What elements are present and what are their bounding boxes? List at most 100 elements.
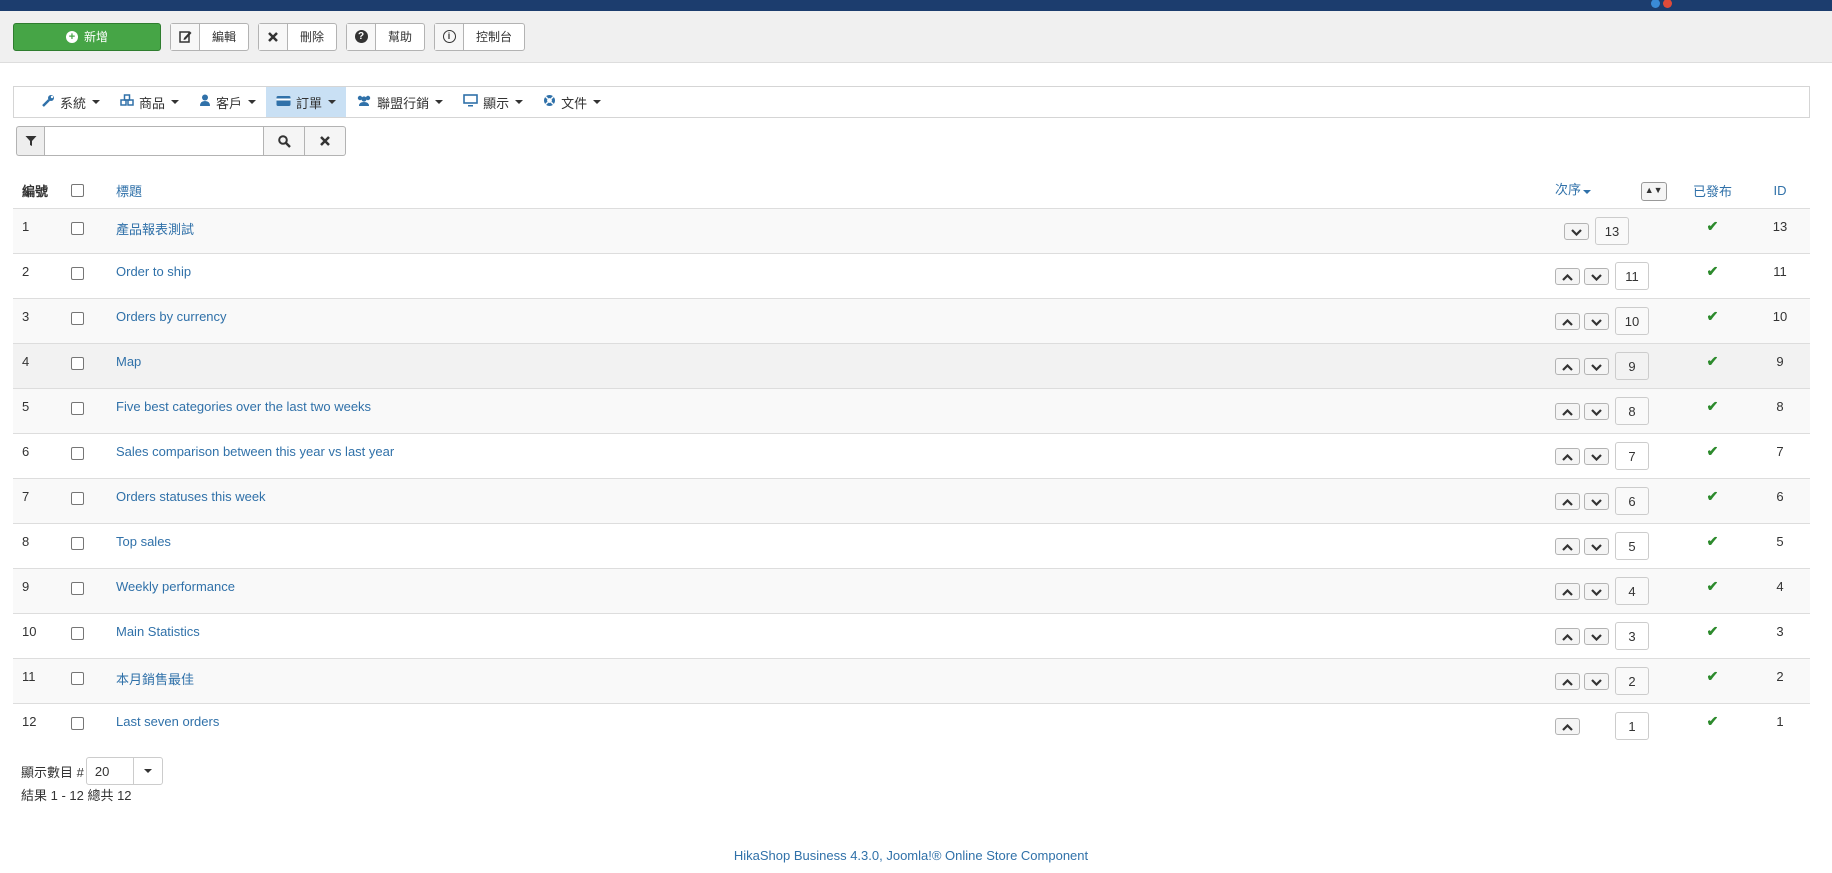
search-input[interactable]	[44, 126, 264, 156]
footer-credit[interactable]: HikaShop Business 4.3.0, Joomla!® Online…	[0, 848, 1822, 863]
published-check-icon[interactable]: ✔	[1675, 254, 1750, 280]
check-all-checkbox[interactable]	[71, 184, 84, 197]
menu-products[interactable]: 商品	[110, 87, 189, 117]
ordering-input[interactable]: 1	[1615, 712, 1649, 740]
move-up-button[interactable]	[1555, 447, 1580, 465]
chevron-down-icon	[1591, 584, 1602, 599]
delete-button[interactable]: 刪除	[258, 22, 338, 51]
move-up-button[interactable]	[1555, 672, 1580, 690]
ordering-input[interactable]: 11	[1615, 262, 1649, 290]
header-published[interactable]: 已發布	[1675, 172, 1750, 209]
row-title-link[interactable]: Orders statuses this week	[116, 489, 266, 504]
ordering-input[interactable]: 7	[1615, 442, 1649, 470]
row-checkbox[interactable]	[71, 537, 84, 550]
row-title-link[interactable]: Five best categories over the last two w…	[116, 399, 371, 414]
ordering-input[interactable]: 6	[1615, 487, 1649, 515]
move-up-button[interactable]	[1555, 492, 1580, 510]
published-check-icon[interactable]: ✔	[1675, 209, 1750, 235]
row-title-link[interactable]: Weekly performance	[116, 579, 235, 594]
move-up-button[interactable]	[1555, 582, 1580, 600]
ordering-input[interactable]: 8	[1615, 397, 1649, 425]
sort-published-link[interactable]: 已發布	[1693, 184, 1732, 199]
published-check-icon[interactable]: ✔	[1675, 389, 1750, 415]
ordering-input[interactable]: 13	[1595, 217, 1629, 245]
row-checkbox[interactable]	[71, 672, 84, 685]
move-up-button[interactable]	[1555, 537, 1580, 555]
published-check-icon[interactable]: ✔	[1675, 524, 1750, 550]
move-down-button[interactable]	[1584, 267, 1609, 285]
move-up-button[interactable]	[1555, 312, 1580, 330]
menu-display[interactable]: 顯示	[453, 87, 533, 117]
row-title-link[interactable]: Order to ship	[116, 264, 191, 279]
row-checkbox[interactable]	[71, 402, 84, 415]
move-down-button[interactable]	[1584, 582, 1609, 600]
menu-system[interactable]: 系統	[32, 87, 110, 117]
published-check-icon[interactable]: ✔	[1675, 659, 1750, 685]
row-title-link[interactable]: Orders by currency	[116, 309, 227, 324]
clear-search-button[interactable]	[305, 126, 346, 156]
row-checkbox[interactable]	[71, 267, 84, 280]
edit-button[interactable]: 編輯	[170, 22, 250, 51]
row-checkbox[interactable]	[71, 222, 84, 235]
move-up-button[interactable]	[1555, 402, 1580, 420]
ordering-input[interactable]: 2	[1615, 667, 1649, 695]
move-down-button[interactable]	[1584, 627, 1609, 645]
sort-title-link[interactable]: 標題	[116, 184, 142, 199]
save-order-button[interactable]: ▲▼	[1640, 181, 1667, 201]
move-down-button[interactable]	[1584, 357, 1609, 375]
move-down-button[interactable]	[1584, 402, 1609, 420]
ordering-input[interactable]: 10	[1615, 307, 1649, 335]
move-down-button[interactable]	[1584, 672, 1609, 690]
move-up-button[interactable]	[1555, 267, 1580, 285]
row-checkbox[interactable]	[71, 357, 84, 370]
move-down-button[interactable]	[1564, 222, 1589, 240]
menu-documentation[interactable]: 文件	[533, 87, 611, 117]
ordering-input[interactable]: 3	[1615, 622, 1649, 650]
sort-ordering-link[interactable]: 次序	[1555, 182, 1581, 197]
move-down-button[interactable]	[1584, 447, 1609, 465]
row-checkbox[interactable]	[71, 627, 84, 640]
row-checkbox[interactable]	[71, 717, 84, 730]
move-down-button[interactable]	[1584, 537, 1609, 555]
row-checkbox[interactable]	[71, 492, 84, 505]
row-title-link[interactable]: Sales comparison between this year vs la…	[116, 444, 394, 459]
row-title-link[interactable]: 本月銷售最佳	[116, 672, 194, 687]
new-button[interactable]: + 新增	[13, 22, 161, 51]
credit-card-icon	[276, 95, 291, 110]
row-title-link[interactable]: Main Statistics	[116, 624, 200, 639]
ordering-input[interactable]: 5	[1615, 532, 1649, 560]
menu-affiliates[interactable]: 聯盟行銷	[346, 87, 453, 117]
row-title-link[interactable]: Last seven orders	[116, 714, 219, 729]
header-title[interactable]: 標題	[116, 172, 1555, 209]
search-button[interactable]	[264, 126, 305, 156]
dashboard-button[interactable]: i 控制台	[434, 22, 526, 51]
published-check-icon[interactable]: ✔	[1675, 344, 1750, 370]
row-checkbox[interactable]	[71, 312, 84, 325]
published-check-icon[interactable]: ✔	[1675, 479, 1750, 505]
table-row: 4 Map 9 ✔ 9	[13, 343, 1810, 389]
filter-toggle-button[interactable]	[16, 126, 44, 156]
row-title-link[interactable]: 產品報表測試	[116, 222, 194, 237]
move-up-button[interactable]	[1555, 717, 1580, 735]
published-check-icon[interactable]: ✔	[1675, 299, 1750, 325]
ordering-input[interactable]: 9	[1615, 352, 1649, 380]
header-id[interactable]: ID	[1750, 172, 1810, 209]
move-up-button[interactable]	[1555, 357, 1580, 375]
row-title-link[interactable]: Map	[116, 354, 141, 369]
move-down-button[interactable]	[1584, 312, 1609, 330]
sort-id-link[interactable]: ID	[1774, 183, 1787, 198]
published-check-icon[interactable]: ✔	[1675, 614, 1750, 640]
help-button[interactable]: ? 幫助	[346, 22, 426, 51]
ordering-input[interactable]: 4	[1615, 577, 1649, 605]
limit-select[interactable]: 20	[85, 757, 163, 785]
row-checkbox[interactable]	[71, 447, 84, 460]
published-check-icon[interactable]: ✔	[1675, 434, 1750, 460]
row-title-link[interactable]: Top sales	[116, 534, 171, 549]
row-checkbox[interactable]	[71, 582, 84, 595]
menu-orders[interactable]: 訂單	[266, 87, 347, 117]
move-up-button[interactable]	[1555, 627, 1580, 645]
move-down-button[interactable]	[1584, 492, 1609, 510]
menu-customers[interactable]: 客戶	[189, 87, 266, 117]
published-check-icon[interactable]: ✔	[1675, 704, 1750, 730]
published-check-icon[interactable]: ✔	[1675, 569, 1750, 595]
